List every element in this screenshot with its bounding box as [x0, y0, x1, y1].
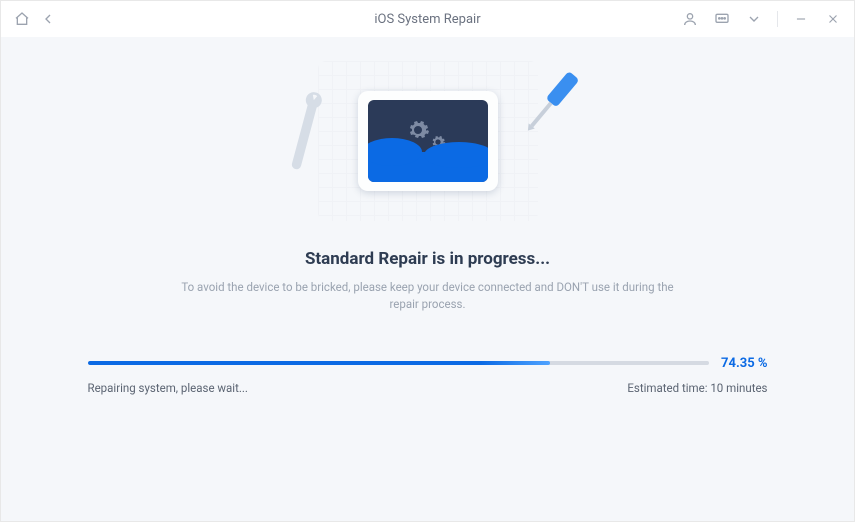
device-frame [358, 91, 498, 191]
titlebar: iOS System Repair [1, 1, 854, 37]
repair-illustration [318, 61, 538, 221]
wave-graphic [368, 152, 488, 182]
chevron-down-icon[interactable] [745, 10, 763, 28]
feedback-icon[interactable] [713, 10, 731, 28]
window-title: iOS System Repair [374, 12, 480, 27]
progress-track [88, 361, 710, 365]
progress-status-text: Repairing system, please wait... [88, 381, 248, 395]
close-icon[interactable] [824, 10, 842, 28]
titlebar-right [681, 10, 842, 28]
progress-bar-row: 74.35 % [88, 356, 768, 371]
device-screen [368, 100, 488, 182]
minimize-icon[interactable] [792, 10, 810, 28]
progress-subtext: To avoid the device to be bricked, pleas… [168, 279, 688, 314]
titlebar-divider [777, 11, 778, 27]
app-window: iOS System Repair [0, 0, 855, 522]
progress-estimated-time: Estimated time: 10 minutes [627, 381, 767, 395]
progress-percent-label: 74.35 % [721, 356, 767, 371]
home-icon[interactable] [13, 10, 31, 28]
user-icon[interactable] [681, 10, 699, 28]
progress-fill [88, 361, 550, 365]
progress-heading: Standard Repair is in progress... [305, 249, 550, 269]
titlebar-left [13, 10, 57, 28]
progress-area: 74.35 % Repairing system, please wait...… [88, 356, 768, 395]
progress-info: Repairing system, please wait... Estimat… [88, 381, 768, 395]
main-content: Standard Repair is in progress... To avo… [1, 37, 854, 521]
back-icon[interactable] [39, 10, 57, 28]
